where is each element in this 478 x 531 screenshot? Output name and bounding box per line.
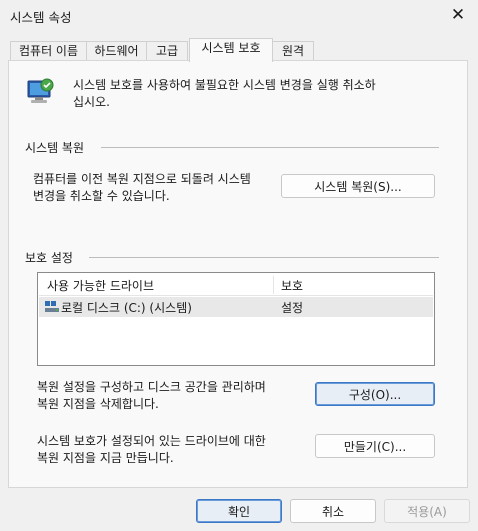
dialog-footer: 확인 취소 적용(A) <box>0 490 478 531</box>
tab-advanced[interactable]: 고급 <box>146 41 188 61</box>
restore-group-title: 시스템 복원 <box>25 141 85 155</box>
drives-list[interactable]: 사용 가능한 드라이브 보호 로컬 디스크 (C:) (시스템) 설정 <box>37 272 435 366</box>
intro-text: 시스템 보호를 사용하여 불필요한 시스템 변경을 실행 취소하 십시오. <box>73 78 376 109</box>
system-restore-button[interactable]: 시스템 복원(S)... <box>281 174 435 198</box>
drive-protection-status: 설정 <box>281 301 304 315</box>
drive-row[interactable]: 로컬 디스크 (C:) (시스템) 설정 <box>39 297 433 317</box>
protection-group-divider <box>89 257 439 258</box>
tab-panel: 시스템 보호를 사용하여 불필요한 시스템 변경을 실행 취소하 십시오. 시스… <box>8 60 468 488</box>
tab-system-protection[interactable]: 시스템 보호 <box>189 38 273 62</box>
protection-group-title: 보호 설정 <box>25 251 73 265</box>
drives-list-header: 사용 가능한 드라이브 보호 <box>39 274 433 296</box>
restore-group-divider <box>101 147 439 148</box>
close-icon: ✕ <box>450 5 466 25</box>
column-separator <box>273 276 274 294</box>
create-button[interactable]: 만들기(C)... <box>315 434 435 458</box>
title-bar: 시스템 속성 ✕ <box>0 0 478 32</box>
apply-button[interactable]: 적용(A) <box>384 499 470 523</box>
column-header-drive[interactable]: 사용 가능한 드라이브 <box>47 277 154 294</box>
tab-remote[interactable]: 원격 <box>272 41 314 61</box>
configure-button[interactable]: 구성(O)... <box>315 382 435 406</box>
configure-description: 복원 설정을 구성하고 디스크 공간을 관리하며 복원 지점을 삭제합니다. <box>37 380 266 411</box>
system-protection-icon <box>25 77 57 109</box>
window-title: 시스템 속성 <box>10 10 72 25</box>
create-description: 시스템 보호가 설정되어 있는 드라이브에 대한 복원 지점을 지금 만듭니다. <box>37 434 266 465</box>
cancel-button[interactable]: 취소 <box>290 499 376 523</box>
drive-name: 로컬 디스크 (C:) (시스템) <box>61 301 192 315</box>
close-button[interactable]: ✕ <box>438 0 478 30</box>
restore-description: 컴퓨터를 이전 복원 지점으로 되돌려 시스템 변경을 취소할 수 있습니다. <box>33 172 251 203</box>
ok-button[interactable]: 확인 <box>196 499 282 523</box>
drive-icon <box>45 301 59 313</box>
tab-hardware[interactable]: 하드웨어 <box>86 41 147 61</box>
column-header-protection[interactable]: 보호 <box>281 277 303 294</box>
tab-computer-name[interactable]: 컴퓨터 이름 <box>10 41 87 61</box>
